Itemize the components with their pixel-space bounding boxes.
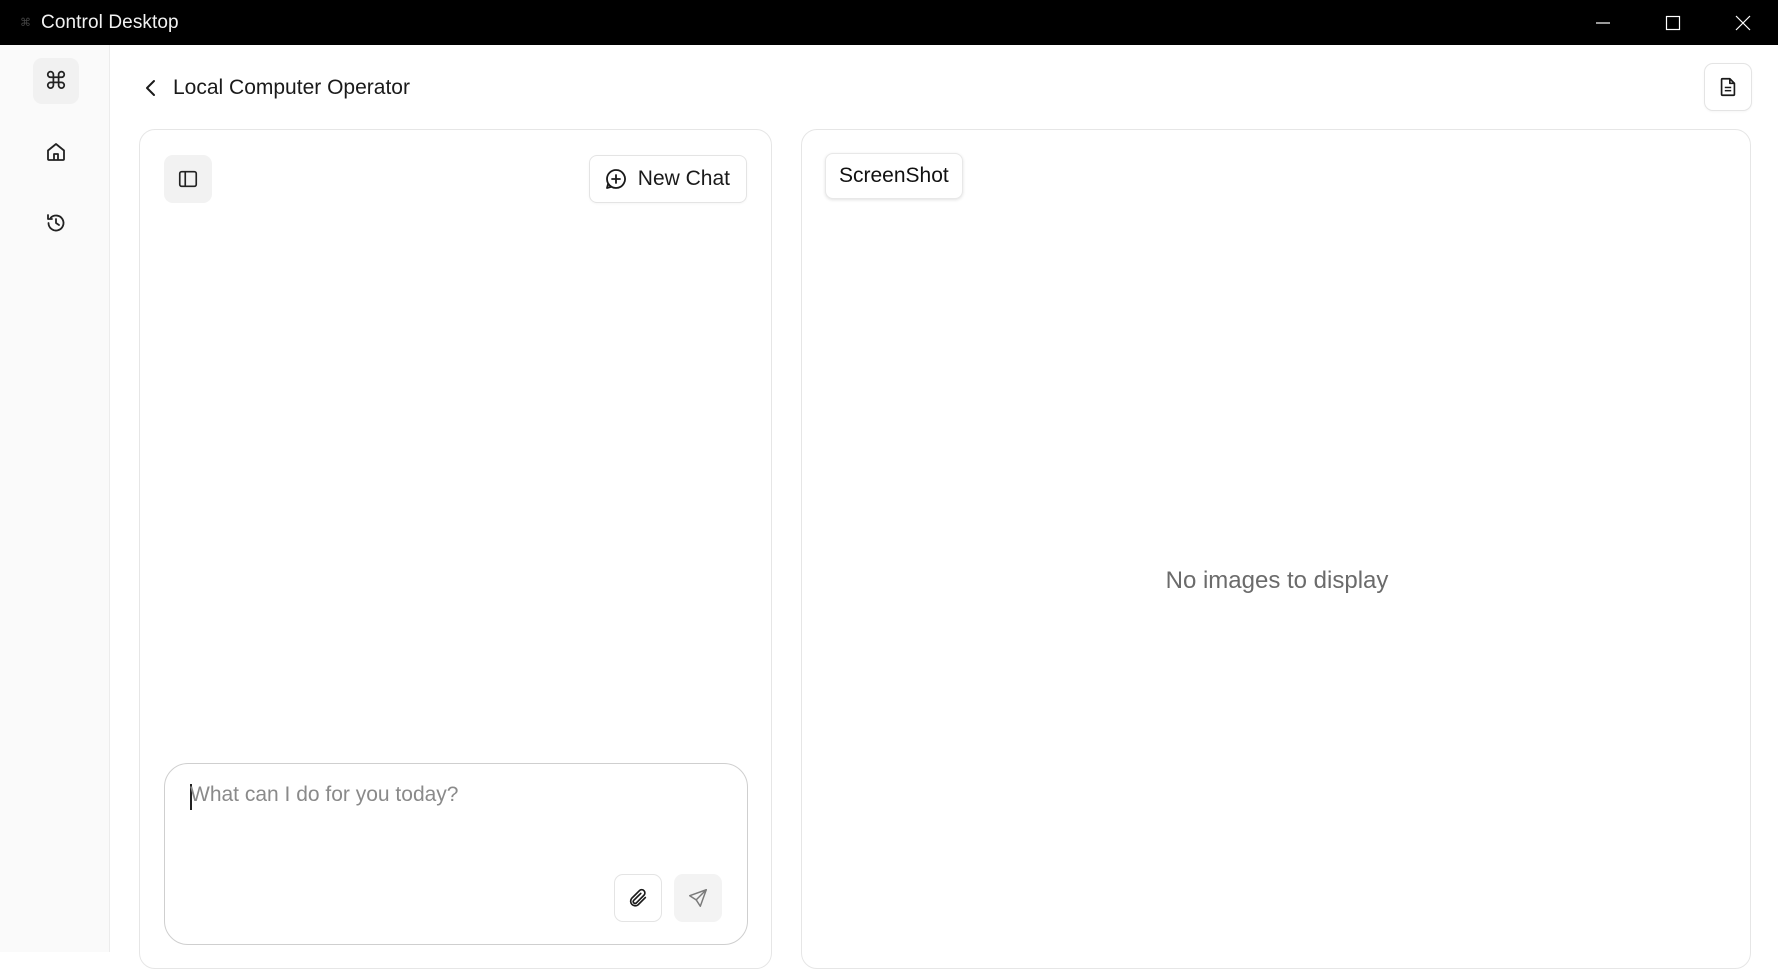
attach-button[interactable] xyxy=(614,874,662,922)
command-icon: ⌘ xyxy=(44,67,68,95)
close-icon xyxy=(1735,15,1751,30)
maximize-icon xyxy=(1665,15,1681,30)
document-icon xyxy=(1720,77,1736,97)
chat-composer[interactable]: What can I do for you today? xyxy=(164,763,748,945)
tab-screenshot[interactable]: ScreenShot xyxy=(825,153,963,199)
home-icon xyxy=(47,143,65,161)
page-title: Local Computer Operator xyxy=(173,76,410,99)
empty-state-message: No images to display xyxy=(1165,567,1389,594)
left-rail: ⌘ xyxy=(0,45,110,952)
screenshot-panel: ScreenShot No images to display xyxy=(801,129,1751,969)
chat-panel: New Chat What can I do for you today? xyxy=(139,129,772,969)
window-title: Control Desktop xyxy=(41,11,179,33)
paperclip-icon xyxy=(629,888,647,907)
history-icon xyxy=(47,214,65,232)
send-icon xyxy=(689,889,707,907)
send-button[interactable] xyxy=(674,874,722,922)
sidebar-icon xyxy=(178,170,198,188)
window-titlebar: ⌘ Control Desktop xyxy=(0,0,1778,45)
new-chat-label: New Chat xyxy=(637,167,730,190)
page-header: Local Computer Operator xyxy=(110,45,1778,130)
sidebar-toggle-button[interactable] xyxy=(164,155,212,203)
new-chat-button[interactable]: New Chat xyxy=(588,155,747,203)
rail-history-button[interactable] xyxy=(33,200,79,246)
back-button[interactable] xyxy=(136,73,166,103)
minimize-icon xyxy=(1596,21,1610,24)
chevron-left-icon xyxy=(146,80,155,96)
rail-logo-button[interactable]: ⌘ xyxy=(33,58,79,104)
document-button[interactable] xyxy=(1704,63,1752,111)
new-chat-icon xyxy=(605,169,626,189)
close-button[interactable] xyxy=(1708,0,1778,45)
app-icon: ⌘ xyxy=(20,16,31,29)
rail-home-button[interactable] xyxy=(33,129,79,175)
chat-input[interactable]: What can I do for you today? xyxy=(190,783,459,807)
window-controls xyxy=(1568,0,1778,45)
minimize-button[interactable] xyxy=(1568,0,1638,45)
maximize-button[interactable] xyxy=(1638,0,1708,45)
